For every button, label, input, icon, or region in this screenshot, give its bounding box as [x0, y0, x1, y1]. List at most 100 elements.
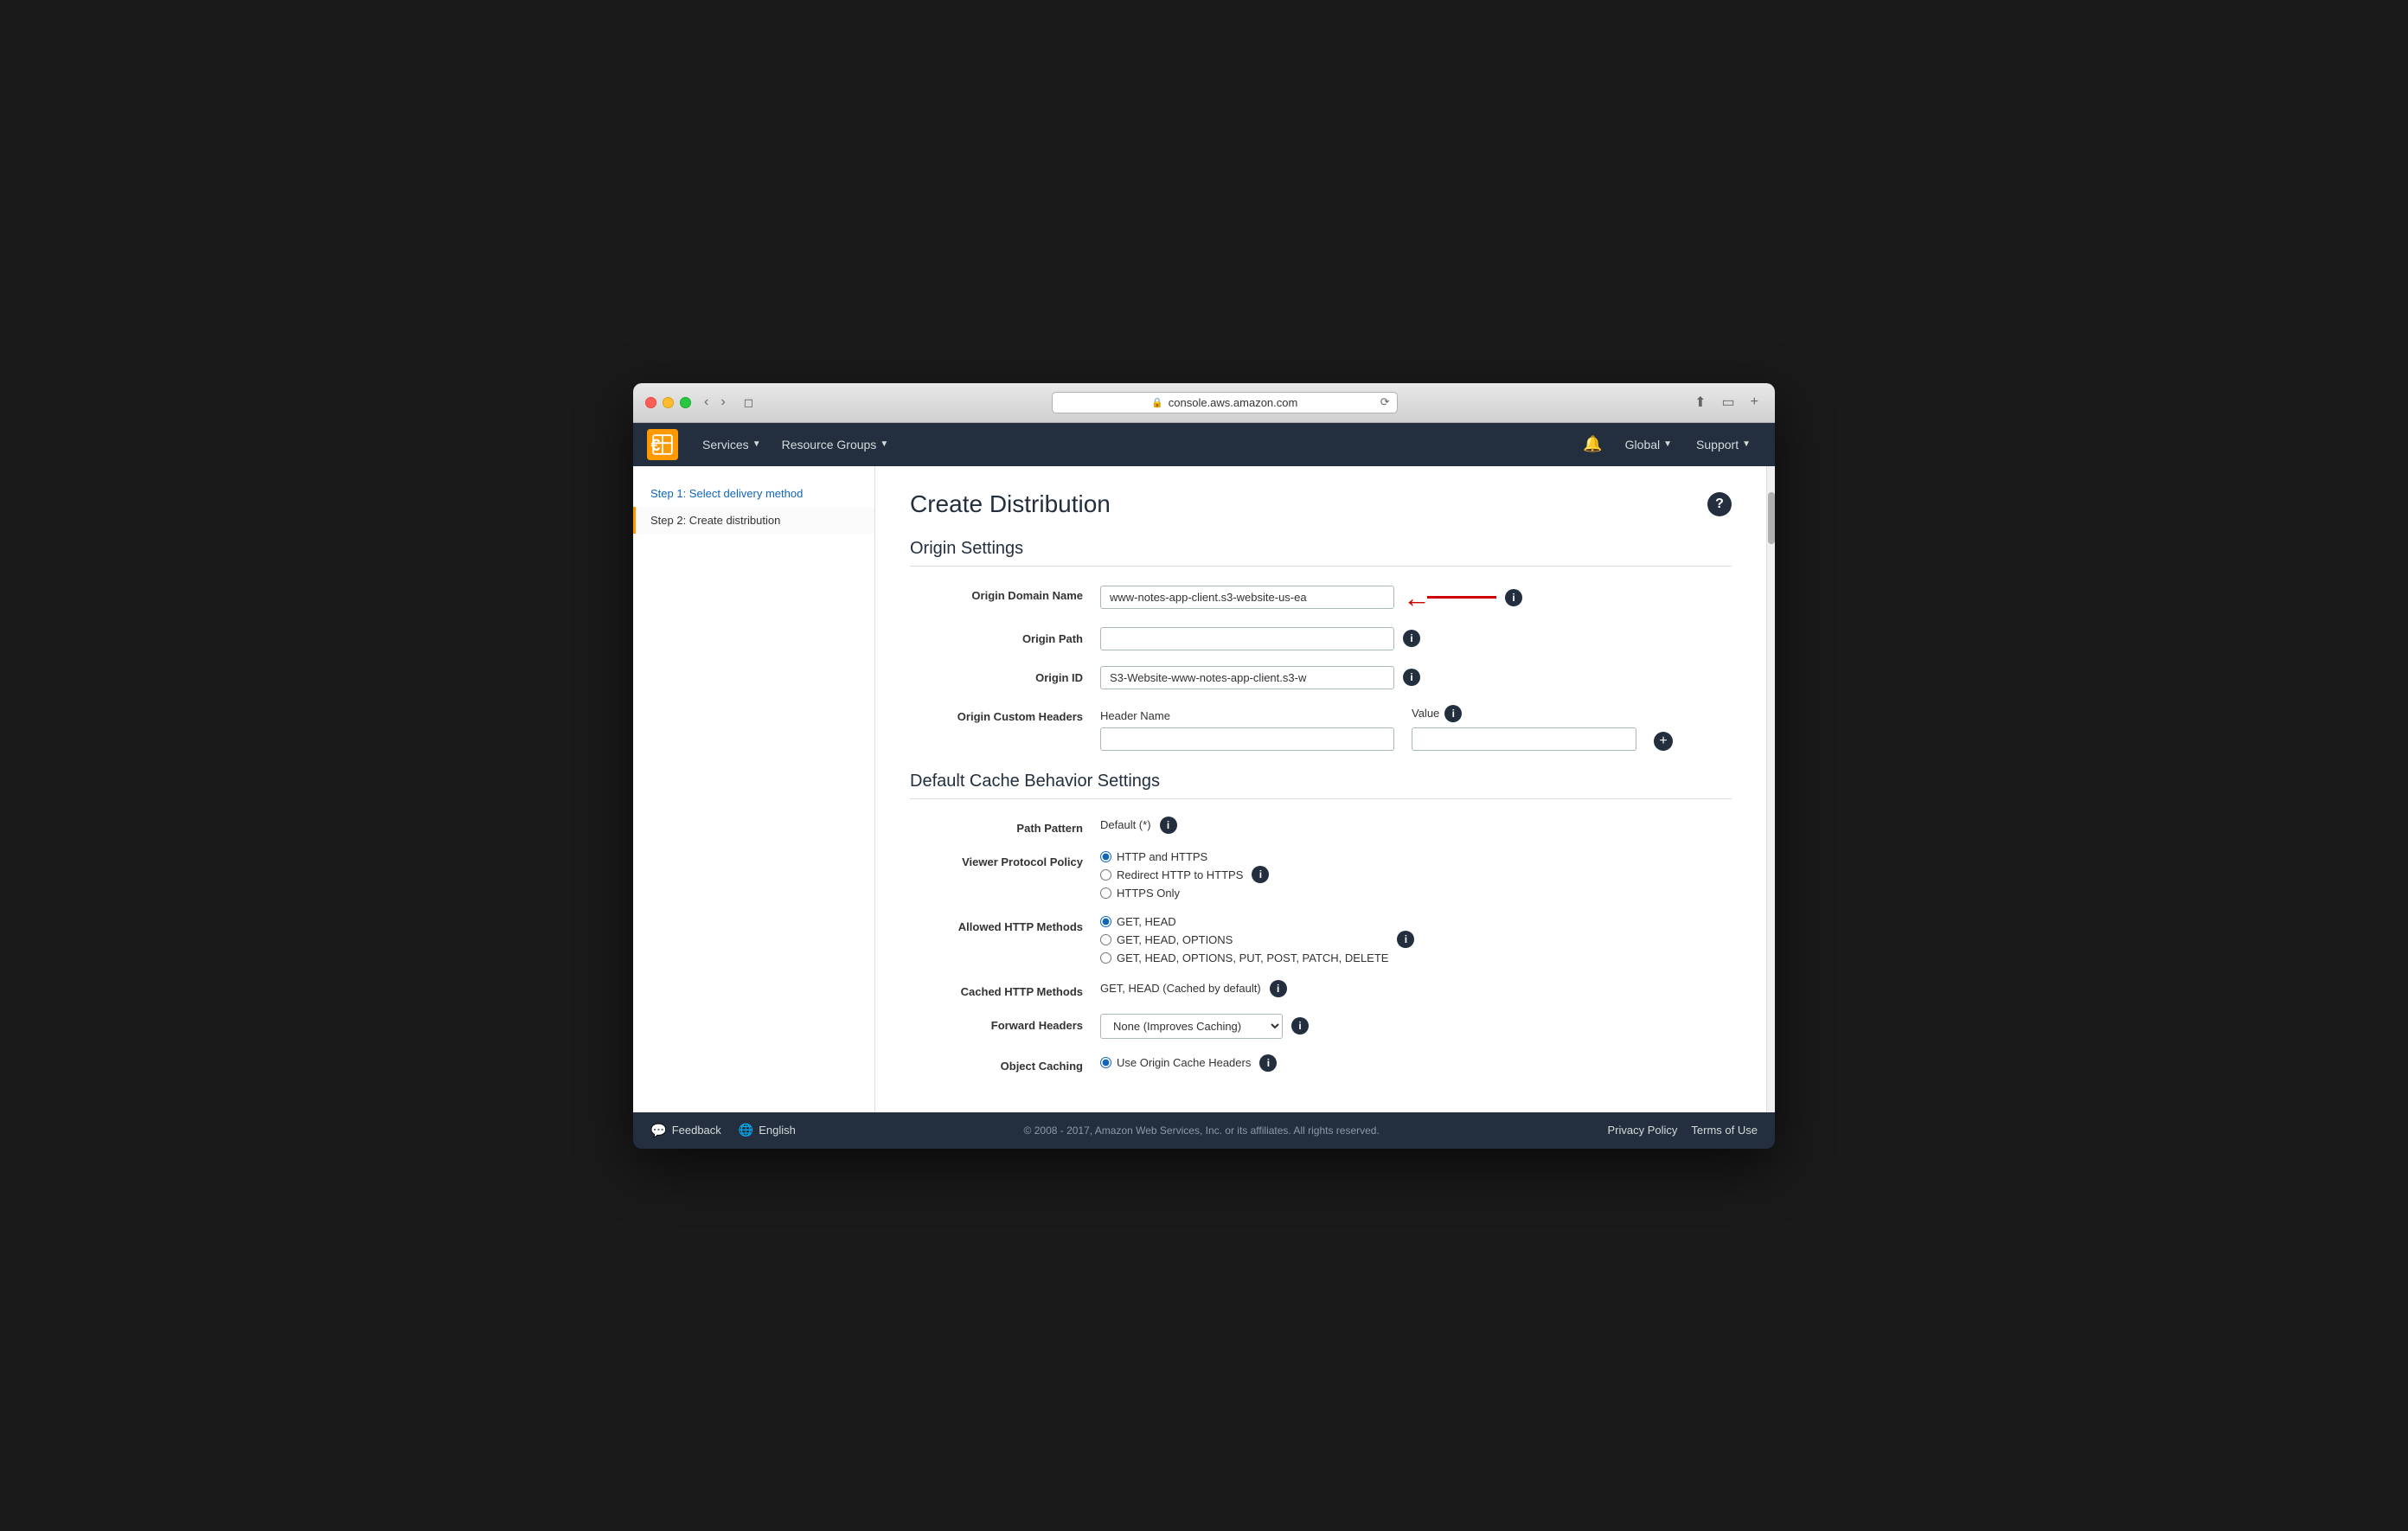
- origin-domain-name-input[interactable]: [1100, 586, 1394, 609]
- global-nav-item[interactable]: Global ▼: [1615, 423, 1682, 466]
- aws-nav-right: 🔔 Global ▼ Support ▼: [1574, 423, 1761, 466]
- global-label: Global: [1625, 438, 1660, 452]
- footer: 💬 Feedback 🌐 English © 2008 - 2017, Amaz…: [633, 1112, 1775, 1149]
- add-header-button[interactable]: +: [1654, 732, 1673, 751]
- viewer-protocol-radio-1[interactable]: [1100, 851, 1111, 862]
- feedback-bubble-icon: 💬: [650, 1123, 667, 1138]
- allowed-http-radio-2[interactable]: [1100, 934, 1111, 945]
- window-button[interactable]: ▭: [1718, 392, 1739, 413]
- header-name-input[interactable]: [1100, 727, 1394, 751]
- sidebar-step1-label: Step 1: Select delivery method: [650, 487, 803, 500]
- browser-titlebar: ‹ › ◻ 🔒 console.aws.amazon.com ⟳ ⬆ ▭ +: [633, 383, 1775, 423]
- privacy-policy-link[interactable]: Privacy Policy: [1608, 1124, 1678, 1137]
- maximize-button[interactable]: [680, 397, 691, 408]
- origin-path-input[interactable]: [1100, 627, 1394, 650]
- back-button[interactable]: ‹: [700, 393, 713, 412]
- viewer-protocol-option-1[interactable]: HTTP and HTTPS: [1100, 850, 1243, 863]
- header-name-sub-label: Header Name: [1100, 709, 1394, 722]
- viewer-protocol-radio-group: HTTP and HTTPS Redirect HTTP to HTTPS HT…: [1100, 850, 1243, 900]
- viewer-protocol-radio-2[interactable]: [1100, 869, 1111, 881]
- tab-view-button[interactable]: ◻: [739, 394, 759, 412]
- origin-settings-title: Origin Settings: [910, 539, 1732, 567]
- value-column: Value i: [1412, 705, 1636, 751]
- object-caching-field: Use Origin Cache Headers i: [1100, 1054, 1732, 1072]
- feedback-button[interactable]: 💬 Feedback: [650, 1123, 721, 1138]
- new-tab-button[interactable]: +: [1746, 393, 1763, 412]
- services-chevron: ▼: [752, 439, 761, 449]
- origin-path-field: i: [1100, 627, 1732, 650]
- sidebar: Step 1: Select delivery method Step 2: C…: [633, 466, 875, 1112]
- share-button[interactable]: ⬆: [1690, 392, 1710, 413]
- aws-nav: € Services ▼ Resource Groups ▼ 🔔 Global …: [633, 423, 1775, 466]
- path-pattern-label: Path Pattern: [910, 817, 1100, 835]
- page-content-wrapper: Create Distribution ? Origin Settings Or…: [875, 466, 1775, 1112]
- object-caching-radio[interactable]: [1100, 1057, 1111, 1068]
- origin-id-row: Origin ID i: [910, 666, 1732, 689]
- footer-links: Privacy Policy Terms of Use: [1608, 1124, 1758, 1137]
- forward-headers-label: Forward Headers: [910, 1014, 1100, 1032]
- resource-groups-chevron: ▼: [880, 439, 888, 449]
- allowed-http-info-icon[interactable]: i: [1397, 931, 1414, 948]
- minimize-button[interactable]: [663, 397, 674, 408]
- traffic-lights: [645, 397, 691, 408]
- value-info-icon[interactable]: i: [1444, 705, 1462, 722]
- custom-headers-columns: Header Name Value i +: [1100, 705, 1732, 751]
- path-pattern-value: Default (*): [1100, 818, 1151, 831]
- origin-id-input[interactable]: [1100, 666, 1394, 689]
- scrollbar-thumb[interactable]: [1768, 492, 1775, 544]
- forward-headers-row: Forward Headers None (Improves Caching) …: [910, 1014, 1732, 1039]
- origin-id-info-icon[interactable]: i: [1403, 669, 1420, 686]
- page-title: Create Distribution: [910, 490, 1111, 518]
- allowed-http-radio-1[interactable]: [1100, 916, 1111, 927]
- cached-http-methods-info-icon[interactable]: i: [1270, 980, 1287, 997]
- sidebar-step2[interactable]: Step 2: Create distribution: [633, 507, 874, 534]
- cached-http-methods-value: GET, HEAD (Cached by default): [1100, 982, 1261, 995]
- path-pattern-row: Path Pattern Default (*) i: [910, 817, 1732, 835]
- viewer-protocol-option-3[interactable]: HTTPS Only: [1100, 887, 1243, 900]
- language-button[interactable]: 🌐 English: [739, 1123, 796, 1137]
- forward-headers-select[interactable]: None (Improves Caching) Whitelist All: [1100, 1014, 1283, 1039]
- origin-domain-name-label: Origin Domain Name: [910, 584, 1100, 602]
- allowed-http-radio-3[interactable]: [1100, 952, 1111, 964]
- origin-path-info-icon[interactable]: i: [1403, 630, 1420, 647]
- allowed-http-option-1[interactable]: GET, HEAD: [1100, 915, 1388, 928]
- forward-button[interactable]: ›: [716, 393, 729, 412]
- origin-path-row: Origin Path i: [910, 627, 1732, 650]
- value-sub-label: Value: [1412, 707, 1439, 720]
- support-nav-item[interactable]: Support ▼: [1686, 423, 1761, 466]
- allowed-http-option-3[interactable]: GET, HEAD, OPTIONS, PUT, POST, PATCH, DE…: [1100, 951, 1388, 964]
- origin-domain-info-icon[interactable]: i: [1505, 589, 1522, 606]
- sidebar-step1[interactable]: Step 1: Select delivery method: [633, 480, 874, 507]
- help-icon[interactable]: ?: [1707, 492, 1732, 516]
- terms-of-use-link[interactable]: Terms of Use: [1691, 1124, 1758, 1137]
- allowed-http-option-2[interactable]: GET, HEAD, OPTIONS: [1100, 933, 1388, 946]
- path-pattern-field: Default (*) i: [1100, 817, 1732, 834]
- object-caching-option[interactable]: Use Origin Cache Headers: [1100, 1056, 1251, 1069]
- viewer-protocol-option-2[interactable]: Redirect HTTP to HTTPS: [1100, 868, 1243, 881]
- scrollbar-track[interactable]: [1766, 466, 1775, 1112]
- allowed-http-methods-row: Allowed HTTP Methods GET, HEAD GET, HEAD…: [910, 915, 1732, 964]
- viewer-protocol-radio-3[interactable]: [1100, 887, 1111, 899]
- arrow-annotation: ←: [1403, 584, 1496, 612]
- close-button[interactable]: [645, 397, 656, 408]
- forward-headers-info-icon[interactable]: i: [1291, 1017, 1309, 1035]
- value-input[interactable]: [1412, 727, 1636, 751]
- origin-custom-headers-label: Origin Custom Headers: [910, 705, 1100, 723]
- allowed-http-methods-label: Allowed HTTP Methods: [910, 915, 1100, 933]
- lock-icon: 🔒: [1151, 397, 1163, 408]
- support-chevron: ▼: [1742, 439, 1751, 449]
- resource-groups-nav-item[interactable]: Resource Groups ▼: [772, 423, 900, 466]
- feedback-label: Feedback: [672, 1124, 721, 1137]
- url-box[interactable]: 🔒 console.aws.amazon.com ⟳: [1052, 392, 1398, 413]
- header-name-column: Header Name: [1100, 709, 1394, 751]
- viewer-protocol-policy-label: Viewer Protocol Policy: [910, 850, 1100, 868]
- path-pattern-info-icon[interactable]: i: [1160, 817, 1177, 834]
- services-nav-item[interactable]: Services ▼: [692, 423, 772, 466]
- cache-behavior-title: Default Cache Behavior Settings: [910, 772, 1732, 799]
- viewer-protocol-info-icon[interactable]: i: [1252, 866, 1269, 883]
- origin-id-field: i: [1100, 666, 1732, 689]
- globe-icon: 🌐: [739, 1123, 753, 1137]
- reload-icon[interactable]: ⟳: [1380, 395, 1390, 409]
- object-caching-info-icon[interactable]: i: [1259, 1054, 1277, 1072]
- notifications-icon[interactable]: 🔔: [1574, 435, 1611, 453]
